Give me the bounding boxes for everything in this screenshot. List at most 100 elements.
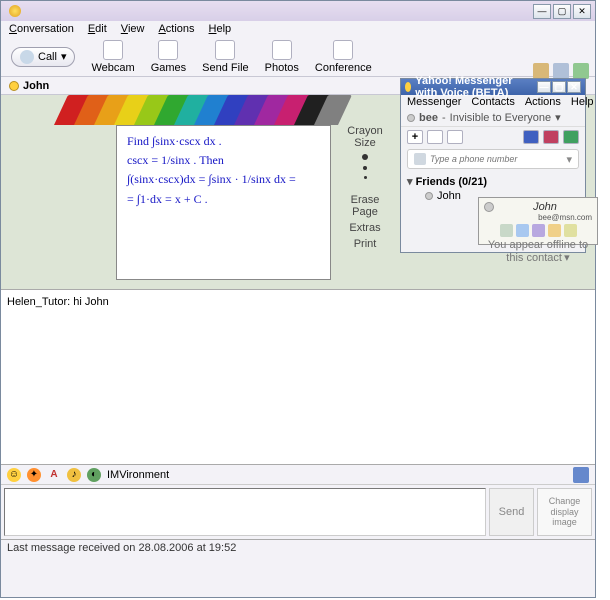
chat-message: Helen_Tutor: hi John xyxy=(7,296,589,308)
font-icon[interactable]: A xyxy=(47,468,61,482)
cc-sms-icon[interactable] xyxy=(532,224,545,237)
main-menubar: Conversation Edit View Actions Help xyxy=(1,21,595,37)
erase-page-button[interactable]: Erase Page xyxy=(340,194,390,218)
buzz-icon[interactable]: ✦ xyxy=(27,468,41,482)
tool-sendfile-label: Send File xyxy=(202,62,248,74)
user-badge-icon[interactable] xyxy=(573,467,589,483)
contact-card-status: You appear offline to this contact ▾ xyxy=(484,239,592,264)
sendfile-icon xyxy=(215,40,235,60)
tool-conference-label: Conference xyxy=(315,62,372,74)
maximize-button[interactable]: ▢ xyxy=(553,4,571,19)
tool-webcam-label: Webcam xyxy=(91,62,134,74)
size-dot-small[interactable] xyxy=(364,176,367,179)
sms-icon[interactable] xyxy=(447,130,463,144)
ym-titlebar: Yahoo! Messenger with Voice (BETA) — ▢ ✕ xyxy=(401,79,585,95)
imv-icon[interactable]: ◐ xyxy=(87,468,101,482)
contact-status-icon xyxy=(425,192,433,200)
size-dot-large[interactable] xyxy=(362,154,368,160)
math-line: ∫(sinx·cscx)dx = ∫sinx · 1/sinx dx = xyxy=(127,170,320,189)
mail-icon[interactable] xyxy=(523,130,539,144)
radio-icon[interactable] xyxy=(563,130,579,144)
ym-menu-help[interactable]: Help xyxy=(571,96,594,108)
dropdown-icon[interactable]: ▾ xyxy=(564,252,570,264)
emoticons-row: ☺ ✦ A ♪ ◐ IMVironment xyxy=(1,465,595,485)
tool-games[interactable]: Games xyxy=(151,40,186,74)
webcam-icon xyxy=(103,40,123,60)
size-dot-medium[interactable] xyxy=(363,166,367,170)
menu-view[interactable]: View xyxy=(121,23,145,35)
call-button[interactable]: Call ▾ xyxy=(11,47,75,67)
im-icon[interactable] xyxy=(427,130,443,144)
status-text: Last message received on 28.08.2006 at 1… xyxy=(7,542,236,554)
ym-username: bee xyxy=(419,112,438,124)
phone-icon xyxy=(20,50,34,64)
tab-label[interactable]: John xyxy=(23,80,49,92)
add-contact-icon[interactable]: + xyxy=(407,130,423,144)
ym-group-friends[interactable]: Friends (0/21) xyxy=(407,175,579,188)
calendar-icon[interactable] xyxy=(543,130,559,144)
plugin-icon[interactable] xyxy=(573,63,589,79)
cc-call-icon[interactable] xyxy=(516,224,529,237)
chat-history[interactable]: Helen_Tutor: hi John xyxy=(1,290,595,465)
contact-name: John xyxy=(437,190,461,202)
contact-card-status-text: You appear offline to this contact xyxy=(488,239,588,264)
menu-help[interactable]: Help xyxy=(209,23,232,35)
close-button[interactable]: ✕ xyxy=(573,4,591,19)
ym-menu-messenger[interactable]: Messenger xyxy=(407,96,461,108)
status-dot-icon xyxy=(407,114,415,122)
whiteboard-canvas[interactable]: Find ∫sinx·cscx dx . cscx = 1/sinx . The… xyxy=(116,125,331,280)
math-line: Find ∫sinx·cscx dx . xyxy=(127,132,320,151)
send-button[interactable]: Send xyxy=(489,488,534,536)
ym-menubar: Messenger Contacts Actions Help xyxy=(401,95,585,109)
imvironment-label[interactable]: IMVironment xyxy=(107,469,169,481)
tool-photos[interactable]: Photos xyxy=(265,40,299,74)
ym-status-row[interactable]: bee - Invisible to Everyone ▾ xyxy=(401,109,585,127)
cc-im-icon[interactable] xyxy=(500,224,513,237)
tool-conference[interactable]: Conference xyxy=(315,40,372,74)
phone-dropdown-icon[interactable]: ▾ xyxy=(566,153,572,166)
smiley-icon[interactable]: ☺ xyxy=(7,468,21,482)
crayon-size-button[interactable]: Crayon Size xyxy=(340,125,390,149)
ym-close-button[interactable]: ✕ xyxy=(567,81,581,93)
cc-more-icon[interactable] xyxy=(564,224,577,237)
dash: - xyxy=(442,112,446,124)
status-bar: Last message received on 28.08.2006 at 1… xyxy=(1,540,595,556)
ym-minimize-button[interactable]: — xyxy=(537,81,551,93)
contact-card-email: bee@msn.com xyxy=(484,213,592,222)
toolbar-icons-right xyxy=(533,63,589,79)
contact-card-actions xyxy=(484,224,592,237)
message-input[interactable] xyxy=(4,488,486,536)
voicemail-icon[interactable] xyxy=(553,63,569,79)
app-icon xyxy=(9,5,21,17)
extras-button[interactable]: Extras xyxy=(349,222,380,234)
math-line: cscx = 1/sinx . Then xyxy=(127,151,320,170)
main-toolbar: Call ▾ Webcam Games Send File Photos Con… xyxy=(1,37,595,77)
contact-card-popup: John bee@msn.com You appear offline to t… xyxy=(478,197,598,245)
phone-input[interactable] xyxy=(430,154,562,164)
main-titlebar: — ▢ ✕ xyxy=(1,1,595,21)
cc-mail-icon[interactable] xyxy=(548,224,561,237)
whiteboard-side-tools: Crayon Size Erase Page Extras Print xyxy=(340,125,390,251)
print-button[interactable]: Print xyxy=(354,238,377,250)
display-image-button[interactable]: Change display image xyxy=(537,488,592,536)
menu-conversation[interactable]: Conversation xyxy=(9,23,74,35)
input-area: Send Change display image xyxy=(1,485,595,540)
ym-status-text: Invisible to Everyone xyxy=(450,112,552,124)
ym-menu-contacts[interactable]: Contacts xyxy=(471,96,514,108)
menu-edit[interactable]: Edit xyxy=(88,23,107,35)
phone-icon xyxy=(414,153,426,165)
tool-games-label: Games xyxy=(151,62,186,74)
ym-app-icon xyxy=(405,82,411,92)
titlebar-left xyxy=(5,5,531,17)
minimize-button[interactable]: — xyxy=(533,4,551,19)
math-line: = ∫1·dx = x + C . xyxy=(127,190,320,209)
tool-sendfile[interactable]: Send File xyxy=(202,40,248,74)
chat-text: hi John xyxy=(73,296,108,308)
tool-photos-label: Photos xyxy=(265,62,299,74)
ym-menu-actions[interactable]: Actions xyxy=(525,96,561,108)
audible-icon[interactable]: ♪ xyxy=(67,468,81,482)
contact-status-icon xyxy=(484,202,494,212)
ym-maximize-button[interactable]: ▢ xyxy=(552,81,566,93)
menu-actions[interactable]: Actions xyxy=(158,23,194,35)
tool-webcam[interactable]: Webcam xyxy=(91,40,134,74)
